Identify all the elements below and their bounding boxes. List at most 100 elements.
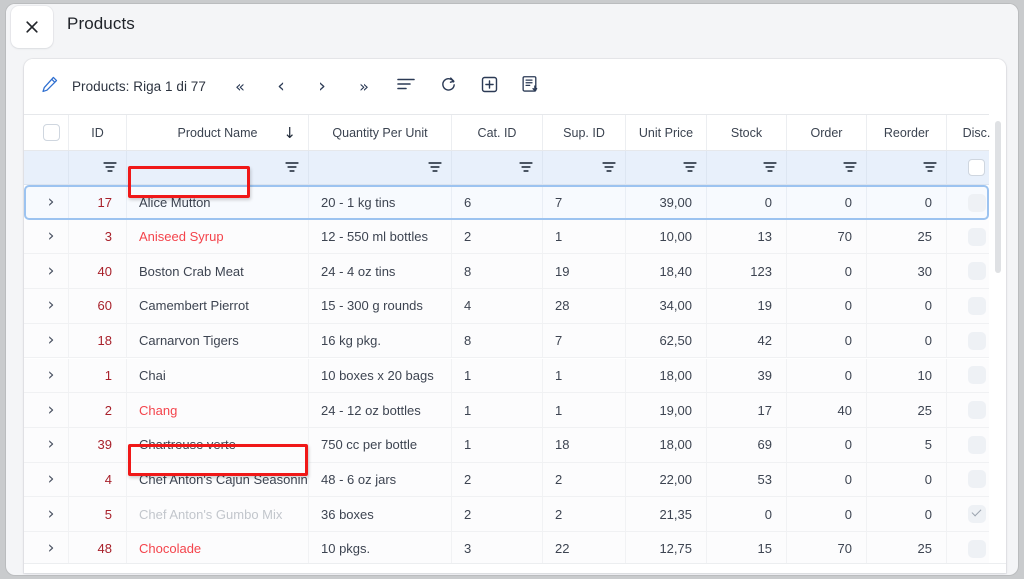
column-header-qty[interactable]: Quantity Per Unit <box>309 115 452 150</box>
table-row[interactable]: › 5 Chef Anton's Gumbo Mix 36 boxes 2 2 21,35 0… <box>24 497 989 532</box>
table-row[interactable]: › 2 Chang 24 - 12 oz bottles 1 1 19,00 17 40 25 <box>24 393 989 428</box>
cell-value: 48 - 6 oz jars <box>321 471 397 487</box>
table-row[interactable]: › 3 Aniseed Syrup 12 - 550 ml bottles 2 1 10,0… <box>24 219 989 255</box>
filter-cell-name[interactable] <box>127 151 309 184</box>
filter-cell-sup[interactable] <box>543 151 626 184</box>
window-titlebar: Products <box>6 4 1018 50</box>
first-page-button[interactable]: « <box>222 59 256 114</box>
cell-order: 70 <box>787 219 867 254</box>
table-row[interactable]: › 18 Carnarvon Tigers 16 kg pkg. 8 7 62,50 42 0 0 <box>24 323 989 359</box>
cell-value: 8 <box>464 263 472 279</box>
filter-funnel-icon[interactable] <box>763 162 776 173</box>
cell-value: 4 <box>464 298 472 314</box>
checkbox-unchecked-icon[interactable] <box>967 296 986 315</box>
row-expand-button[interactable]: › <box>34 427 69 462</box>
checkbox-unchecked-icon[interactable] <box>967 435 986 454</box>
filter-cell-order[interactable] <box>787 151 867 184</box>
cell-value: 12,75 <box>659 541 692 557</box>
row-expand-button[interactable]: › <box>34 532 69 566</box>
row-expand-button[interactable]: › <box>34 254 69 289</box>
row-expand-button[interactable]: › <box>34 219 69 254</box>
filter-checkbox-disc[interactable] <box>968 159 985 176</box>
select-all-checkbox[interactable] <box>34 115 69 150</box>
cell-value: 2 <box>464 229 472 245</box>
table-row[interactable]: › 1 Chai 10 boxes x 20 bags 1 1 18,00 39 0 10 <box>24 358 989 394</box>
checkbox-unchecked-icon[interactable] <box>967 262 986 281</box>
checkbox-unchecked-icon[interactable] <box>967 539 986 558</box>
column-header-order[interactable]: Order <box>787 115 867 150</box>
filter-funnel-icon[interactable] <box>519 162 532 173</box>
filter-funnel-icon[interactable] <box>683 162 696 173</box>
cell-value: 2 <box>464 506 472 522</box>
cell-value: 750 cc per bottle <box>321 437 418 453</box>
column-header-price[interactable]: Unit Price <box>626 115 707 150</box>
cell-value: 10,00 <box>659 229 692 245</box>
filter-funnel-icon[interactable] <box>103 162 116 173</box>
table-row[interactable]: › 40 Boston Crab Meat 24 - 4 oz tins 8 19 18,4… <box>24 254 989 290</box>
filter-cell-stock[interactable] <box>707 151 787 184</box>
filter-funnel-icon[interactable] <box>285 162 298 173</box>
checkbox-unchecked-icon[interactable] <box>967 227 986 246</box>
row-expand-button[interactable]: › <box>34 323 69 358</box>
filter-funnel-icon[interactable] <box>923 162 936 173</box>
filter-cell-reorder[interactable] <box>867 151 947 184</box>
last-page-button[interactable]: » <box>346 59 380 114</box>
cell-name: Camembert Pierrot <box>127 289 309 323</box>
checkbox-unchecked-icon[interactable] <box>967 331 986 350</box>
cell-value: 2 <box>464 471 472 487</box>
filter-funnel-icon[interactable] <box>843 162 856 173</box>
row-expand-button[interactable]: › <box>34 358 69 393</box>
table-row[interactable]: › 48 Chocolade 10 pkgs. 3 22 12,75 15 70 25 <box>24 532 989 567</box>
table-row[interactable]: › 17 Alice Mutton 20 - 1 kg tins 6 7 39,00 0 0 0 <box>24 185 989 220</box>
row-expand-button[interactable]: › <box>34 497 69 531</box>
cell-value: 7 <box>555 333 563 349</box>
close-button[interactable] <box>11 6 53 48</box>
cell-value: 10 boxes x 20 bags <box>321 367 434 383</box>
cell-name: Chartreuse verte <box>127 427 309 462</box>
column-header-stock[interactable]: Stock <box>707 115 787 150</box>
edit-button[interactable] <box>40 59 59 114</box>
horizontal-scrollbar[interactable] <box>24 563 1006 573</box>
previous-page-button[interactable]: ‹ <box>264 59 298 114</box>
refresh-button[interactable] <box>432 59 464 114</box>
checkbox-checked-icon[interactable] <box>967 505 986 524</box>
row-expand-button[interactable]: › <box>34 289 69 323</box>
column-header-sup[interactable]: Sup. ID <box>543 115 626 150</box>
cell-value: 25 <box>917 402 932 418</box>
checkbox-icon[interactable] <box>42 124 60 141</box>
column-menu-button[interactable] <box>390 59 422 114</box>
filter-funnel-icon[interactable] <box>428 162 441 173</box>
column-header-label: Cat. ID <box>477 125 517 140</box>
cell-value: 18,00 <box>659 437 692 453</box>
checkbox-unchecked-icon[interactable] <box>967 193 986 212</box>
filter-cell-qty[interactable] <box>309 151 452 184</box>
row-expand-button[interactable]: › <box>34 393 69 427</box>
cell-value: 53 <box>757 471 772 487</box>
column-header-name[interactable]: Product Name ↓ <box>127 115 309 150</box>
row-expand-button[interactable]: › <box>34 462 69 497</box>
filter-cell-cat[interactable] <box>452 151 543 184</box>
row-expand-button[interactable]: › <box>34 187 69 218</box>
column-header-id[interactable]: ID <box>69 115 127 150</box>
vertical-scrollbar[interactable] <box>994 115 1002 570</box>
filter-funnel-icon[interactable] <box>602 162 615 173</box>
table-row[interactable]: › 39 Chartreuse verte 750 cc per bottle 1 18 1… <box>24 427 989 463</box>
checkbox-unchecked-icon[interactable] <box>967 470 986 489</box>
cell-value: 1 <box>555 367 563 383</box>
table-row[interactable]: › 60 Camembert Pierrot 15 - 300 g rounds 4 28… <box>24 289 989 324</box>
export-document-button[interactable] <box>514 59 546 114</box>
checkbox-unchecked-icon[interactable] <box>967 401 986 420</box>
next-page-button[interactable]: › <box>305 59 339 114</box>
cell-value: 0 <box>844 195 852 210</box>
table-row[interactable]: › 4 Chef Anton's Cajun Seasoning 48 - 6 oz … <box>24 462 989 498</box>
column-header-cat[interactable]: Cat. ID <box>452 115 543 150</box>
vertical-scrollbar-thumb[interactable] <box>995 121 1001 273</box>
filter-cell-id[interactable] <box>69 151 127 184</box>
checkbox-unchecked-icon[interactable] <box>967 366 986 385</box>
sort-descending-icon[interactable]: ↓ <box>283 124 296 142</box>
cell-name: Chang <box>127 393 309 427</box>
filter-cell-price[interactable] <box>626 151 707 184</box>
cell-order: 40 <box>787 393 867 427</box>
add-record-button[interactable] <box>473 59 505 114</box>
column-header-reorder[interactable]: Reorder <box>867 115 947 150</box>
